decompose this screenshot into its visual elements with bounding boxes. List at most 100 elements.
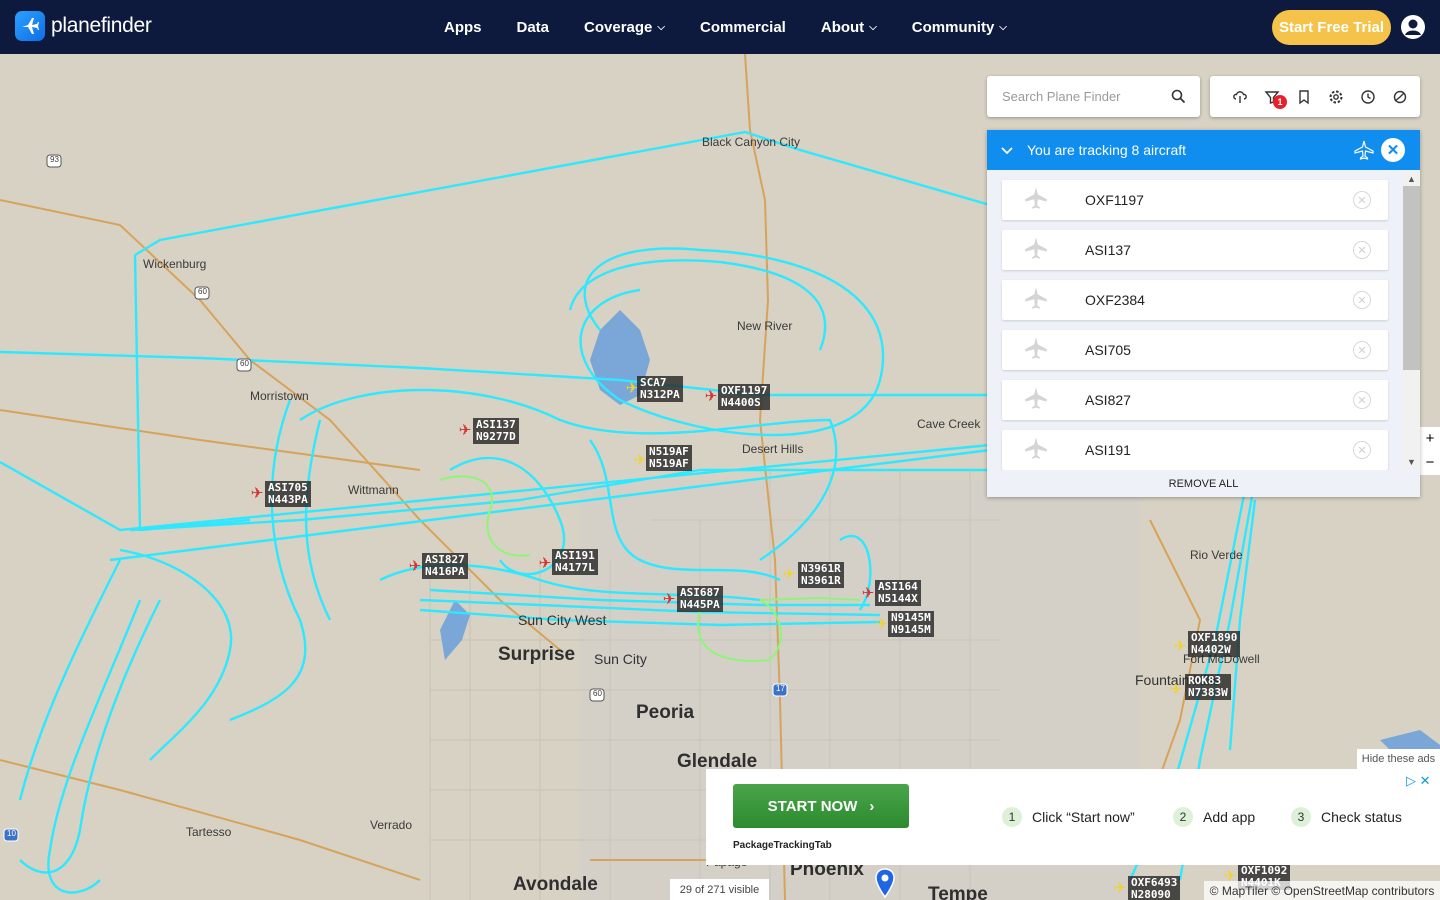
start-free-trial-button[interactable]: Start Free Trial: [1272, 10, 1391, 45]
aircraft-icon[interactable]: ✈: [407, 559, 423, 575]
search-icon[interactable]: [1171, 89, 1186, 104]
scroll-up-arrow-icon[interactable]: ▲: [1403, 172, 1420, 186]
highway-17-label: 17: [776, 684, 785, 693]
tracking-title: You are tracking 8 aircraft: [1027, 142, 1187, 158]
remove-aircraft-icon[interactable]: ✕: [1353, 441, 1371, 459]
nav-community-label: Community: [911, 18, 995, 36]
zoom-control: + −: [1420, 427, 1440, 475]
settings-icon[interactable]: [1320, 85, 1352, 109]
aircraft-icon[interactable]: ✈: [1172, 639, 1188, 655]
hide-ads-button[interactable]: Hide these ads: [1357, 749, 1440, 769]
aircraft-icon[interactable]: ✈: [1168, 682, 1184, 698]
aircraft-callsign: ASI191: [1085, 442, 1131, 458]
nav-apps[interactable]: Apps: [444, 19, 482, 36]
remove-aircraft-icon[interactable]: ✕: [1353, 391, 1371, 409]
nav-coverage-label: Coverage: [584, 18, 653, 36]
aircraft-icon[interactable]: ✈: [457, 423, 473, 439]
tracked-aircraft-row[interactable]: ASI191 ✕: [1002, 430, 1388, 470]
nav-community[interactable]: Community ⌵: [912, 19, 1007, 36]
aircraft-label[interactable]: OXF1890 N4402W: [1188, 631, 1241, 657]
aircraft-icon[interactable]: ✈: [249, 486, 265, 502]
ad-step-text: Click “Start now”: [1032, 809, 1135, 825]
place-label: Rio Verde: [1190, 548, 1243, 562]
ad-start-now-button[interactable]: START NOW ›: [733, 784, 909, 828]
close-icon[interactable]: ✕: [1381, 138, 1405, 162]
remove-aircraft-icon[interactable]: ✕: [1353, 291, 1371, 309]
aircraft-label[interactable]: N3961R N3961R: [798, 562, 844, 588]
map-attribution[interactable]: © MapTiler © OpenStreetMap contributors: [1204, 881, 1440, 900]
tracked-aircraft-row[interactable]: OXF2384 ✕: [1002, 280, 1388, 320]
place-label: Avondale: [513, 874, 598, 895]
aircraft-label[interactable]: ASI191 N4177L: [552, 549, 598, 575]
scrollbar-thumb[interactable]: [1403, 186, 1420, 370]
aircraft-icon[interactable]: ✈: [537, 556, 553, 572]
place-label: Surprise: [498, 644, 576, 665]
aircraft-icon[interactable]: ✈: [661, 592, 677, 608]
tracked-aircraft-row[interactable]: ASI705 ✕: [1002, 330, 1388, 370]
zoom-out-button[interactable]: −: [1420, 451, 1440, 475]
map-toolbar: 1: [1210, 76, 1420, 117]
highway-60-label: 60: [240, 359, 249, 368]
nav-commercial[interactable]: Commercial: [700, 19, 786, 36]
top-navigation: planefinder Apps Data Coverage ⌵ Commerci…: [0, 0, 1440, 54]
aircraft-label[interactable]: ROK83 N7383W: [1185, 674, 1231, 700]
aircraft-icon[interactable]: ✈: [860, 586, 876, 602]
nav-coverage[interactable]: Coverage ⌵: [584, 19, 665, 36]
remove-aircraft-icon[interactable]: ✕: [1353, 241, 1371, 259]
place-label: Cave Creek: [917, 417, 981, 431]
aircraft-icon[interactable]: ✈: [1112, 881, 1128, 897]
remove-aircraft-icon[interactable]: ✕: [1353, 191, 1371, 209]
aircraft-label[interactable]: ASI705 N443PA: [265, 481, 311, 507]
tracked-aircraft-row[interactable]: OXF1197 ✕: [1002, 180, 1388, 220]
nav-about[interactable]: About ⌵: [821, 19, 877, 36]
aircraft-label[interactable]: ASI827 N416PA: [422, 553, 468, 579]
aircraft-icon[interactable]: ✈: [781, 567, 797, 583]
place-label: Tempe: [928, 884, 988, 900]
bookmark-icon[interactable]: [1288, 85, 1320, 109]
highway-93-label: 93: [50, 155, 59, 164]
place-label: New River: [737, 319, 793, 333]
visible-aircraft-count: 29 of 271 visible: [670, 879, 769, 900]
playback-icon[interactable]: [1384, 85, 1416, 109]
chevron-down-icon[interactable]: [1001, 142, 1015, 158]
airplane-icon: [1024, 386, 1048, 415]
tracked-aircraft-row[interactable]: ASI827 ✕: [1002, 380, 1388, 420]
aircraft-label[interactable]: OXF1197 N4400S: [718, 384, 771, 410]
ad-step-number: 2: [1173, 807, 1193, 827]
highway-60-label: 60: [593, 689, 602, 698]
airplane-icon: [1024, 286, 1048, 315]
weather-icon[interactable]: [1224, 85, 1256, 109]
logo[interactable]: planefinder: [15, 11, 152, 41]
tracking-panel-header: You are tracking 8 aircraft ✕: [987, 130, 1420, 170]
zoom-in-button[interactable]: +: [1420, 427, 1440, 451]
tracking-panel: You are tracking 8 aircraft ✕ OXF1197 ✕ …: [987, 130, 1420, 497]
remove-all-button[interactable]: REMOVE ALL: [987, 470, 1420, 497]
nav-data[interactable]: Data: [517, 19, 550, 36]
aircraft-icon[interactable]: ✈: [703, 389, 719, 405]
nav-data-label: Data: [516, 18, 550, 36]
aircraft-label[interactable]: N519AF N519AF: [646, 445, 692, 471]
main-menu: Apps Data Coverage ⌵ Commercial About ⌵ Co…: [444, 0, 1042, 54]
aircraft-label[interactable]: ASI137 N9277D: [473, 418, 519, 444]
filter-count-badge: 1: [1273, 94, 1287, 109]
place-label: Tartesso: [186, 825, 232, 839]
aircraft-label[interactable]: ASI687 N445PA: [677, 586, 723, 612]
aircraft-label[interactable]: N9145M N9145M: [888, 611, 934, 637]
aircraft-callsign: ASI705: [1085, 342, 1131, 358]
user-account-icon[interactable]: [1400, 14, 1426, 40]
tracked-aircraft-row[interactable]: ASI137 ✕: [1002, 230, 1388, 270]
aircraft-callsign: ASI827: [1085, 392, 1131, 408]
remove-aircraft-icon[interactable]: ✕: [1353, 341, 1371, 359]
history-icon[interactable]: [1352, 85, 1384, 109]
filter-icon[interactable]: 1: [1256, 85, 1288, 109]
airplane-outline-icon[interactable]: [1354, 140, 1374, 160]
location-pin-icon[interactable]: [875, 868, 895, 898]
chevron-down-icon: ⌵: [657, 21, 665, 33]
aircraft-label[interactable]: SCA7 N312PA: [637, 376, 683, 402]
scroll-down-arrow-icon[interactable]: ▼: [1403, 455, 1420, 469]
ad-step-text: Add app: [1203, 809, 1256, 825]
aircraft-label[interactable]: OXF6493 N28090: [1128, 876, 1181, 900]
search-input[interactable]: [1002, 89, 1162, 104]
aircraft-label[interactable]: ASI164 N5144X: [875, 580, 921, 606]
ad-choices-icon[interactable]: ▷ ✕: [1406, 773, 1431, 789]
